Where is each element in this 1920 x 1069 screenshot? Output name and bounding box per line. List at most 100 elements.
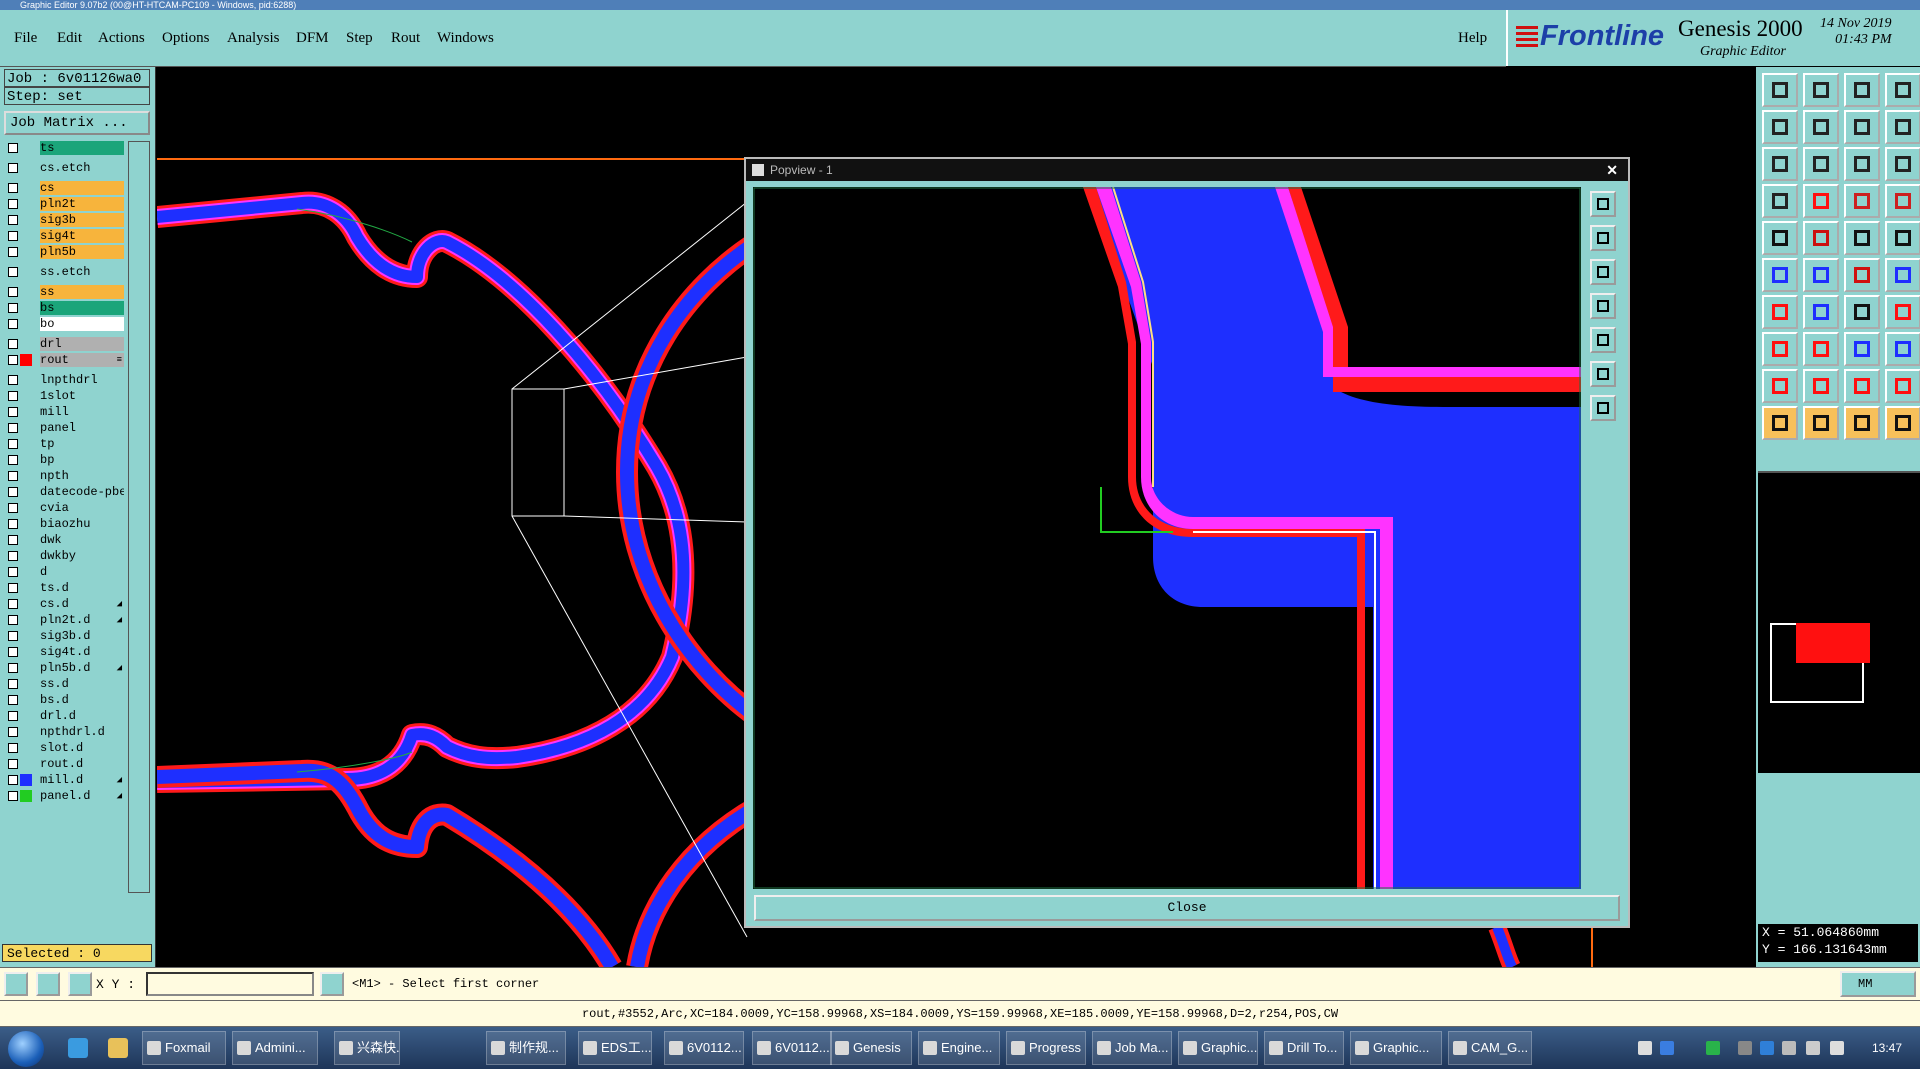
layer-checkbox[interactable] [8,267,18,277]
center-tool-button[interactable] [1803,147,1839,181]
edit-tool-button[interactable] [1803,221,1839,255]
distance-tool-button[interactable] [1844,332,1880,366]
snap-mode-button[interactable] [4,972,28,996]
menu-dfm[interactable]: DFM [296,30,329,47]
layer-checkbox[interactable] [8,727,18,737]
line-tool-tool-button[interactable] [1803,184,1839,218]
popview-graphics[interactable] [753,187,1581,889]
layer-row-rout[interactable]: rout ≡ [6,353,124,367]
layer-checkbox[interactable] [8,631,18,641]
layer-row-cs[interactable]: cs [6,181,124,195]
layer-checkbox[interactable] [8,247,18,257]
taskbar-task-8[interactable]: Genesis [830,1031,912,1065]
taskbar-task-2[interactable]: Admini... [232,1031,318,1065]
layer-checkbox[interactable] [8,647,18,657]
layer-row-bo[interactable]: bo [6,317,124,331]
menu-step[interactable]: Step [346,30,373,47]
layer-row-drl[interactable]: drl [6,337,124,351]
open-tool-button[interactable] [1762,73,1798,107]
overview-map[interactable] [1758,471,1920,773]
measure-mode-button[interactable] [36,972,60,996]
layer-row-pln2t-d[interactable]: pln2t.d ◢ [6,613,124,627]
layer-row-panel[interactable]: panel [6,421,124,435]
pad-select-tool-button[interactable] [1885,184,1920,218]
tray-network-icon[interactable] [1638,1041,1652,1055]
popview-close-icon[interactable]: ✕ [1606,159,1618,181]
layer-row-sig3b[interactable]: sig3b [6,213,124,227]
layers-tool-button[interactable] [1762,184,1798,218]
text-b-tool-button[interactable] [1844,369,1880,403]
units-selector[interactable]: MM [1840,971,1916,997]
layer-checkbox[interactable] [8,183,18,193]
layer-row-cs-d[interactable]: cs.d ◢ [6,597,124,611]
layer-row-ts[interactable]: ts [6,141,124,155]
layer-row-1slot[interactable]: 1slot [6,389,124,403]
tray-flag-icon[interactable] [1806,1041,1820,1055]
layer-checkbox[interactable] [8,711,18,721]
taskbar-task-11[interactable]: Job Ma... [1092,1031,1172,1065]
move-tool-button[interactable] [1762,332,1798,366]
cross-tool-button[interactable] [1803,258,1839,292]
taskbar-task-1[interactable]: Foxmail [142,1031,226,1065]
taskbar-task-14[interactable]: Graphic... [1350,1031,1442,1065]
layer-row-sig4t-d[interactable]: sig4t.d [6,645,124,659]
arc2-tool-button[interactable] [1885,258,1920,292]
tray-volume-icon[interactable] [1830,1041,1844,1055]
layer-row-mill-d[interactable]: mill.d ◢ [6,773,124,787]
one-to-one-tool-button[interactable] [1844,147,1880,181]
taskbar-task-6[interactable]: 6V0112... [664,1031,744,1065]
layout-tool-button[interactable] [1885,73,1920,107]
layer-checkbox[interactable] [8,535,18,545]
layer-checkbox[interactable] [8,679,18,689]
tray-battery-icon[interactable] [1738,1041,1752,1055]
circle-tool-button[interactable] [1885,221,1920,255]
menu-help[interactable]: Help [1458,30,1487,47]
layer-checkbox[interactable] [8,303,18,313]
menu-file[interactable]: File [14,30,37,47]
layer-row-bs-d[interactable]: bs.d [6,693,124,707]
info-button[interactable] [320,972,344,996]
xy-input[interactable] [146,972,314,996]
layer-checkbox[interactable] [8,143,18,153]
taskbar-task-9[interactable]: Engine... [918,1031,1000,1065]
folder-icon[interactable] [108,1038,128,1058]
layer-checkbox[interactable] [8,287,18,297]
popview-close-button[interactable]: Close [754,895,1620,921]
popview-fit-button[interactable] [1590,361,1616,387]
layer-checkbox[interactable] [8,339,18,349]
layer-row-pln5b-d[interactable]: pln5b.d ◢ [6,661,124,675]
move-right-tool-button[interactable] [1803,110,1839,144]
layer-checkbox[interactable] [8,391,18,401]
taskbar-task-12[interactable]: Graphic... [1178,1031,1258,1065]
grid-mode-button[interactable] [68,972,92,996]
layer-row-tp[interactable]: tp [6,437,124,451]
layer-checkbox[interactable] [8,759,18,769]
layer-checkbox[interactable] [8,231,18,241]
layer-row-mill[interactable]: mill [6,405,124,419]
layer-row-ss-etch[interactable]: ss.etch [6,265,124,279]
popview-pan-left-button[interactable] [1590,293,1616,319]
tray-app-icon[interactable] [1706,1041,1720,1055]
layer-row-d[interactable]: d [6,565,124,579]
layer-checkbox[interactable] [8,775,18,785]
layer-row-ts-d[interactable]: ts.d [6,581,124,595]
question-tool-button[interactable] [1885,147,1920,181]
layer-row-lnpthdrl[interactable]: lnpthdrl [6,373,124,387]
layer-checkbox[interactable] [8,663,18,673]
move-left-tool-button[interactable] [1762,110,1798,144]
arc-tool-button[interactable] [1844,258,1880,292]
taskbar-task-15[interactable]: CAM_G... [1448,1031,1532,1065]
layer-row-pln2t[interactable]: pln2t [6,197,124,211]
taskbar-task-3[interactable]: 兴森快... [334,1031,400,1065]
menu-actions[interactable]: Actions [98,30,145,47]
layer-list-scrollbar[interactable] [128,141,150,893]
layer-checkbox[interactable] [8,615,18,625]
layer-checkbox[interactable] [8,695,18,705]
pad-tool-tool-button[interactable] [1844,184,1880,218]
layer-checkbox[interactable] [8,319,18,329]
layer-checkbox[interactable] [8,599,18,609]
layer-row-sig4t[interactable]: sig4t [6,229,124,243]
layer-row-bs[interactable]: bs [6,301,124,315]
layer-checkbox[interactable] [8,519,18,529]
layer-row-npthdrl-d[interactable]: npthdrl.d [6,725,124,739]
